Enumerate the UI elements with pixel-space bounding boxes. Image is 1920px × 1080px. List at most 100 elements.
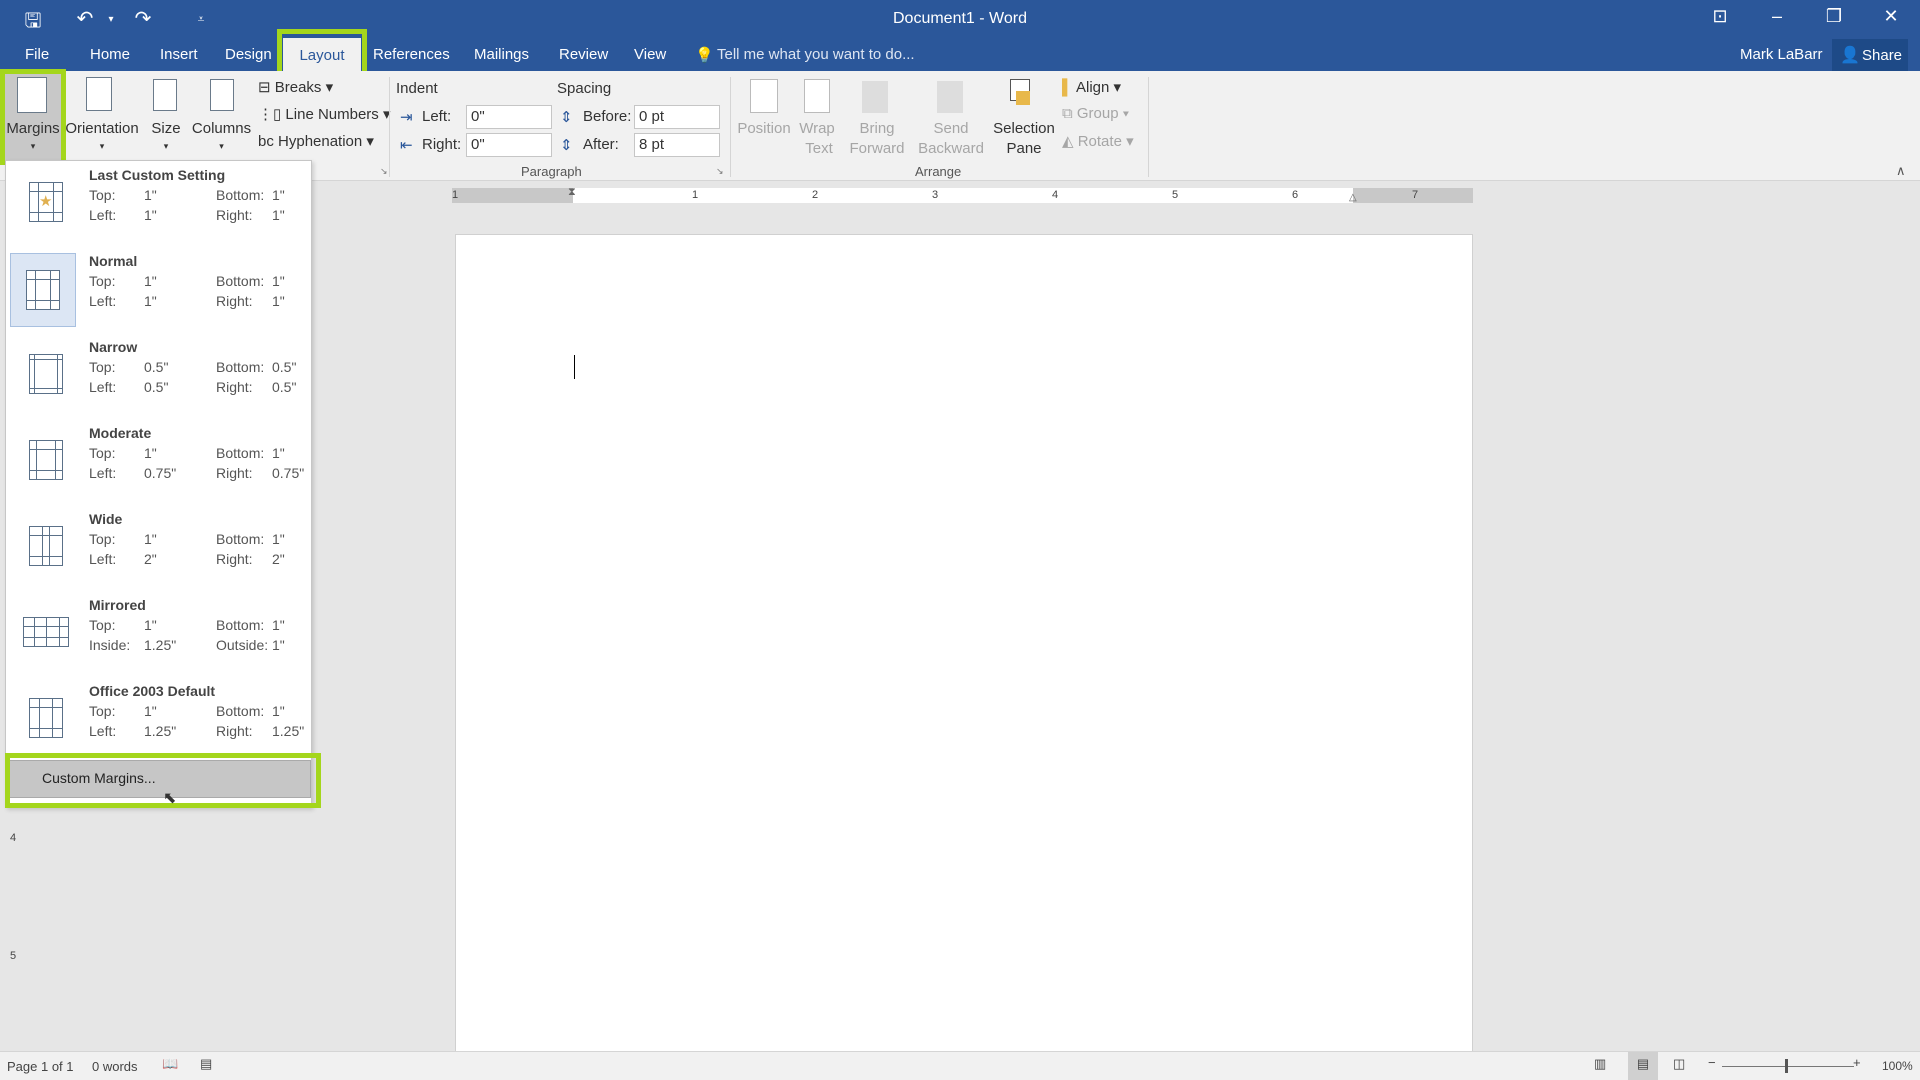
spacing-after-label: After: — [583, 136, 619, 153]
label-right: Right: — [216, 465, 253, 481]
label-top: Top: — [89, 531, 116, 547]
tab-mailings[interactable]: Mailings — [474, 46, 529, 63]
selection-pane-button[interactable]: Selection — [988, 120, 1060, 137]
indent-right-input[interactable]: 0" — [466, 133, 552, 157]
close-icon[interactable]: ✕ — [1871, 6, 1911, 27]
ruler-label: 1 — [692, 189, 699, 201]
margin-preset-icon — [19, 691, 73, 745]
rotate-button[interactable]: ◭ Rotate ▾ — [1062, 132, 1134, 150]
columns-button[interactable]: Columns ▾ — [190, 71, 253, 161]
spacing-after-input[interactable]: 8 pt — [634, 133, 720, 157]
size-button[interactable]: Size ▾ — [145, 71, 187, 161]
vruler-label: 4 — [10, 832, 17, 844]
margin-preset-office-2003-default[interactable]: Office 2003 Default Top: 1" Bottom: 1" L… — [6, 677, 311, 763]
margin-preset-mirrored[interactable]: Mirrored Top: 1" Bottom: 1" Inside: 1.25… — [6, 591, 311, 677]
zoom-in-icon[interactable]: + — [1853, 1055, 1861, 1070]
margin-preset-normal[interactable]: Normal Top: 1" Bottom: 1" Left: 1" Right… — [6, 247, 311, 333]
status-bar: Page 1 of 1 0 words 📖 ▤ ▥ ▤ ◫ − + 100% — [0, 1051, 1920, 1080]
wrap-text-label-2: Text — [805, 140, 833, 157]
tab-review[interactable]: Review — [559, 46, 608, 63]
align-button[interactable]: ▌ Align ▾ — [1062, 78, 1121, 96]
first-line-indent-marker[interactable]: ⧗ — [568, 186, 576, 199]
read-mode-icon[interactable]: ▥ — [1594, 1056, 1606, 1072]
tell-me-search[interactable]: Tell me what you want to do... — [717, 46, 915, 63]
value-bottom: 1" — [272, 617, 285, 633]
indent-left-input[interactable]: 0" — [466, 105, 552, 129]
value-left: 0.75" — [144, 465, 177, 481]
share-label: Share — [1862, 47, 1903, 64]
value-right: 0.5" — [272, 379, 297, 395]
label-bottom: Bottom: — [216, 703, 265, 719]
bring-forward-icon — [862, 81, 888, 113]
tab-home[interactable]: Home — [90, 46, 130, 63]
send-backward-button[interactable]: Send — [916, 120, 986, 137]
margin-preset-icon — [19, 519, 73, 573]
print-layout-icon[interactable]: ▤ — [1628, 1052, 1658, 1080]
tab-insert[interactable]: Insert — [160, 46, 198, 63]
position-button[interactable]: Position — [733, 120, 795, 137]
page-count[interactable]: Page 1 of 1 — [7, 1059, 74, 1074]
orientation-icon — [86, 77, 112, 111]
orientation-button[interactable]: Orientation ▾ — [65, 71, 139, 161]
breaks-button[interactable]: ⊟ Breaks ▾ — [258, 78, 333, 96]
line-numbers-button[interactable]: ⋮▯ Line Numbers ▾ — [258, 105, 391, 123]
web-layout-icon[interactable]: ◫ — [1673, 1056, 1685, 1072]
tab-file[interactable]: File — [25, 46, 49, 63]
value-right: 0.75" — [272, 465, 305, 481]
macro-recording-icon[interactable]: ▤ — [200, 1056, 212, 1072]
indent-heading: Indent — [396, 80, 438, 97]
value-top: 1" — [144, 531, 157, 547]
spacing-after-icon: ⇕ — [560, 137, 573, 154]
margin-preset-icon — [10, 253, 76, 327]
user-name[interactable]: Mark LaBarr — [1740, 46, 1823, 63]
zoom-level[interactable]: 100% — [1882, 1059, 1913, 1073]
hyphenation-button[interactable]: bc Hyphenation ▾ — [258, 132, 374, 150]
margin-preset-narrow[interactable]: Narrow Top: 0.5" Bottom: 0.5" Left: 0.5"… — [6, 333, 311, 419]
word-count[interactable]: 0 words — [92, 1059, 138, 1074]
right-indent-marker[interactable]: △ — [1349, 192, 1357, 203]
mouse-cursor-icon: ⬉ — [163, 790, 177, 807]
hyphenation-icon: bc — [258, 133, 279, 150]
value-bottom: 1" — [272, 187, 285, 203]
horizontal-ruler[interactable]: 1 1 2 3 4 5 6 7 ⧗ △ — [452, 186, 1473, 203]
tab-design[interactable]: Design — [225, 46, 272, 63]
ruler-label: 7 — [1412, 189, 1419, 201]
spacing-before-input[interactable]: 0 pt — [634, 105, 720, 129]
margin-preset-wide[interactable]: Wide Top: 1" Bottom: 1" Left: 2" Right: … — [6, 505, 311, 591]
label-bottom: Bottom: — [216, 187, 265, 203]
page-setup-launcher-icon[interactable]: ↘ — [380, 166, 388, 177]
separator — [1148, 77, 1149, 177]
minimize-icon[interactable]: – — [1757, 6, 1797, 27]
label-bottom: Bottom: — [216, 273, 265, 289]
wrap-text-button[interactable]: Wrap — [796, 120, 838, 137]
window-title: Document1 - Word — [893, 10, 1027, 27]
wrap-text-icon — [804, 79, 830, 113]
label-right: Right: — [216, 551, 253, 567]
share-button[interactable]: 👤 Share — [1832, 39, 1908, 71]
restore-icon[interactable]: ❐ — [1814, 6, 1854, 27]
label-left: Left: — [89, 379, 117, 395]
paragraph-launcher-icon[interactable]: ↘ — [716, 166, 724, 177]
margins-button-highlight — [0, 69, 66, 165]
ribbon-display-options-icon[interactable]: ⊡ — [1700, 6, 1740, 27]
tab-view[interactable]: View — [634, 46, 666, 63]
margin-preset-last-custom-setting[interactable]: ★ Last Custom Setting Top: 1" Bottom: 1"… — [6, 161, 311, 247]
vertical-ruler[interactable]: 4 5 — [9, 820, 21, 1050]
zoom-slider[interactable] — [1722, 1066, 1854, 1067]
margin-preset-moderate[interactable]: Moderate Top: 1" Bottom: 1" Left: 0.75" … — [6, 419, 311, 505]
bring-forward-button[interactable]: Bring — [845, 120, 909, 137]
tab-references[interactable]: References — [373, 46, 450, 63]
zoom-out-icon[interactable]: − — [1708, 1055, 1716, 1070]
position-icon — [750, 79, 778, 113]
value-top: 1" — [144, 273, 157, 289]
value-left: 1" — [144, 207, 157, 223]
zoom-slider-thumb[interactable] — [1785, 1059, 1788, 1073]
value-top: 1" — [144, 703, 157, 719]
ruler-left-margin — [452, 188, 573, 203]
proofing-icon[interactable]: 📖 — [162, 1056, 178, 1072]
document-page[interactable] — [455, 234, 1473, 1054]
collapse-ribbon-icon[interactable]: ∧ — [1896, 163, 1906, 179]
value-left: 1.25" — [144, 723, 177, 739]
group-button[interactable]: ⧉ Group ▾ — [1062, 105, 1129, 122]
indent-left-label: Left: — [422, 108, 452, 125]
